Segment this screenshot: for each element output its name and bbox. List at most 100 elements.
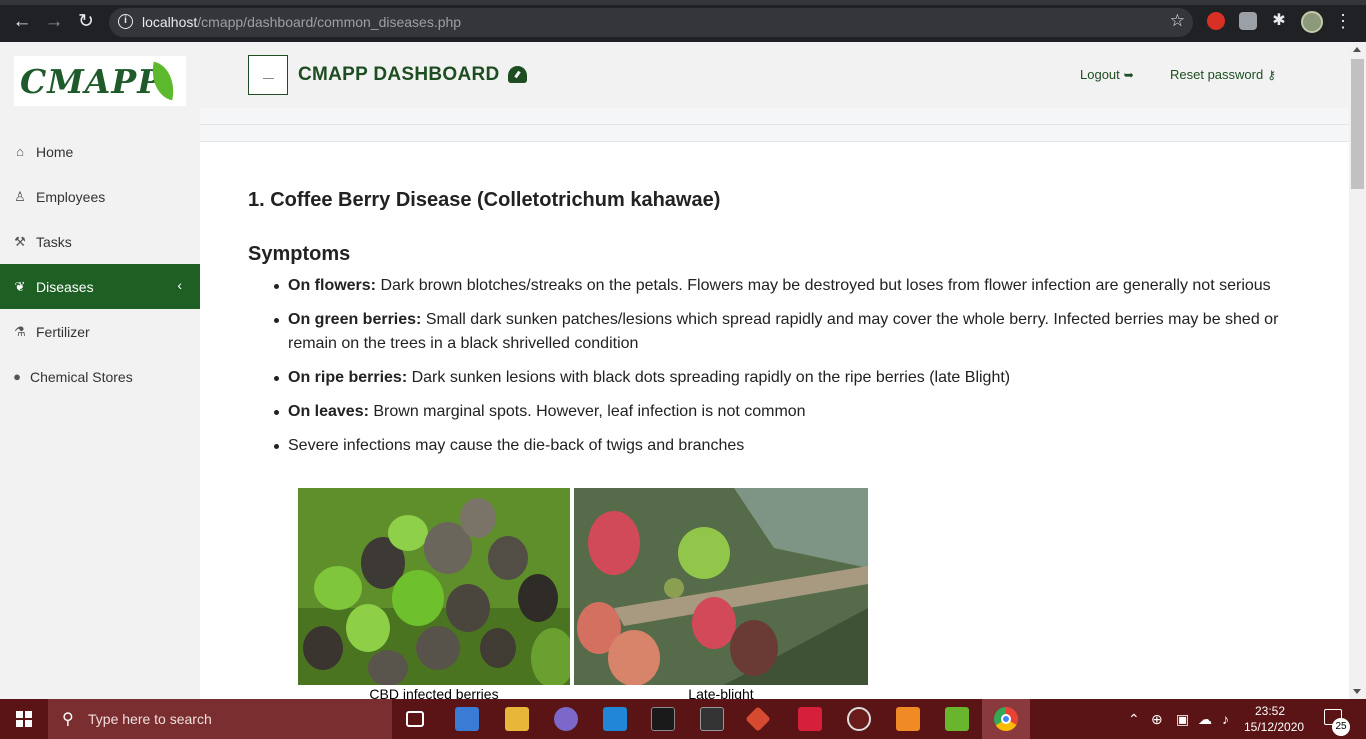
browser-toolbar: ← → ↻ i localhost/cmapp/dashboard/common… bbox=[0, 0, 1366, 42]
site-info-icon[interactable]: i bbox=[118, 14, 133, 29]
system-clock[interactable]: 23:52 15/12/2020 bbox=[1244, 703, 1305, 735]
news-app-icon[interactable] bbox=[455, 707, 479, 731]
taskbar-search-input[interactable]: ⚲ Type here to search bbox=[48, 699, 392, 739]
figure-cbd-berries: CBD infected berries bbox=[298, 488, 570, 702]
wrench-icon: ⚒ bbox=[14, 233, 26, 249]
sidebar-toggle-button[interactable] bbox=[248, 55, 288, 95]
dashboard-title: CMAPP DASHBOARD bbox=[298, 64, 500, 85]
address-url[interactable]: localhost/cmapp/dashboard/common_disease… bbox=[142, 14, 461, 30]
list-item: Severe infections may cause the die-back… bbox=[270, 434, 1310, 458]
user-icon: ♙ bbox=[14, 188, 26, 204]
web-app-icon[interactable] bbox=[847, 707, 871, 731]
sidebar-menu: ⌂ Home ♙ Employees ⚒ Tasks ❦ Diseases ‹ … bbox=[0, 129, 200, 399]
leaf-icon: ❦ bbox=[14, 278, 26, 294]
figure-late-blight: Late-blight bbox=[574, 488, 868, 702]
reset-password-label: Reset password bbox=[1170, 67, 1264, 82]
disease-title: 1. Coffee Berry Disease (Colletotrichum … bbox=[248, 189, 721, 211]
symptom-text: Dark brown blotches/streaks on the petal… bbox=[376, 277, 1271, 294]
windows-taskbar: ⚲ Type here to search ⌃ ⊕ ▣ ☁ ♪ 23:52 15… bbox=[0, 699, 1366, 739]
bookmark-star-icon[interactable]: ☆ bbox=[1170, 11, 1185, 31]
eclipse-app-icon[interactable] bbox=[554, 707, 578, 731]
logo-text: CMAPP bbox=[20, 62, 164, 101]
vscode-icon[interactable] bbox=[603, 707, 627, 731]
symptom-label: On leaves: bbox=[288, 403, 369, 420]
sublime-text-icon[interactable] bbox=[896, 707, 920, 731]
tab-strip bbox=[0, 0, 1366, 5]
sidebar: CMAPP ⌂ Home ♙ Employees ⚒ Tasks ❦ Disea… bbox=[0, 42, 200, 699]
symptom-label: On green berries: bbox=[288, 311, 422, 328]
symptom-list: On flowers: Dark brown blotches/streaks … bbox=[270, 274, 1310, 468]
symptoms-heading: Symptoms bbox=[248, 243, 351, 265]
map-marker-icon: ● bbox=[13, 369, 21, 384]
forward-icon[interactable]: → bbox=[44, 12, 64, 32]
sign-out-icon: ➥ bbox=[1123, 68, 1134, 82]
scroll-down-arrow-icon[interactable] bbox=[1353, 689, 1361, 694]
search-icon: ⚲ bbox=[62, 711, 74, 728]
top-header: CMAPP DASHBOARD Logout ➥ Reset password ⚷ bbox=[200, 42, 1349, 108]
notification-badge: 25 bbox=[1332, 718, 1350, 736]
sidebar-item-label: Diseases bbox=[36, 278, 94, 295]
sidebar-item-home[interactable]: ⌂ Home bbox=[0, 129, 200, 174]
volume-icon[interactable]: ♪ bbox=[1222, 711, 1229, 727]
back-icon[interactable]: ← bbox=[12, 12, 32, 32]
home-icon: ⌂ bbox=[16, 144, 24, 159]
profile-avatar[interactable] bbox=[1301, 11, 1323, 33]
logo[interactable]: CMAPP bbox=[14, 56, 186, 106]
address-bar[interactable]: i localhost/cmapp/dashboard/common_disea… bbox=[109, 8, 1193, 37]
symptom-label: On flowers: bbox=[288, 277, 377, 294]
symptom-text: Severe infections may cause the die-back… bbox=[288, 437, 745, 454]
sidebar-item-diseases[interactable]: ❦ Diseases ‹ bbox=[0, 264, 200, 309]
extensions-puzzle-icon[interactable]: ✱ bbox=[1270, 12, 1288, 30]
sidebar-item-employees[interactable]: ♙ Employees bbox=[0, 174, 200, 219]
clock-date: 15/12/2020 bbox=[1244, 720, 1305, 734]
flask-icon: ⚗ bbox=[14, 323, 26, 339]
url-path: /cmapp/dashboard/common_diseases.php bbox=[197, 14, 462, 30]
sidebar-item-label: Home bbox=[36, 143, 74, 160]
scroll-thumb[interactable] bbox=[1351, 59, 1364, 189]
list-item: On flowers: Dark brown blotches/streaks … bbox=[270, 274, 1310, 298]
git-app-icon[interactable] bbox=[745, 706, 771, 732]
sidebar-item-label: Chemical Stores bbox=[30, 368, 133, 385]
dashboard-gauge-icon bbox=[508, 66, 527, 83]
clock-time: 23:52 bbox=[1254, 704, 1286, 718]
sidebar-item-label: Tasks bbox=[36, 233, 72, 250]
page-scrollbar[interactable] bbox=[1349, 42, 1366, 699]
sidebar-item-chemical-stores[interactable]: ● Chemical Stores bbox=[0, 354, 200, 399]
late-blight-image bbox=[574, 488, 868, 685]
task-view-icon[interactable] bbox=[406, 711, 424, 727]
language-globe-icon[interactable]: ⊕ bbox=[1151, 711, 1163, 728]
sidebar-item-label: Employees bbox=[36, 188, 106, 205]
scroll-up-arrow-icon[interactable] bbox=[1353, 47, 1361, 52]
file-explorer-icon[interactable] bbox=[505, 707, 529, 731]
onedrive-cloud-icon[interactable]: ☁ bbox=[1198, 711, 1212, 728]
breadcrumb-bar bbox=[200, 108, 1349, 142]
browser-menu-icon[interactable]: ⋮ bbox=[1334, 11, 1352, 31]
download-extension-icon[interactable] bbox=[1239, 12, 1257, 30]
symptom-text: Brown marginal spots. However, leaf infe… bbox=[368, 403, 806, 420]
chrome-taskbar-icon[interactable] bbox=[982, 699, 1030, 739]
search-placeholder: Type here to search bbox=[88, 711, 212, 727]
adblock-extension-icon[interactable] bbox=[1207, 12, 1225, 30]
cbd-infected-berries-image bbox=[298, 488, 570, 685]
symptom-text: Dark sunken lesions with black dots spre… bbox=[407, 369, 1011, 386]
list-item: On leaves: Brown marginal spots. However… bbox=[270, 400, 1310, 424]
chevron-left-icon[interactable]: ‹ bbox=[177, 277, 182, 293]
sidebar-item-fertilizer[interactable]: ⚗ Fertilizer bbox=[0, 309, 200, 354]
bluestacks-icon[interactable] bbox=[945, 707, 969, 731]
arduino-app-icon[interactable] bbox=[798, 707, 822, 731]
symptom-text: Small dark sunken patches/lesions which … bbox=[288, 311, 1279, 352]
tray-chevron-up-icon[interactable]: ⌃ bbox=[1128, 711, 1140, 728]
windows-start-icon[interactable] bbox=[16, 711, 32, 727]
sidebar-item-tasks[interactable]: ⚒ Tasks bbox=[0, 219, 200, 264]
list-item: On ripe berries: Dark sunken lesions wit… bbox=[270, 366, 1310, 390]
console-app-icon[interactable] bbox=[700, 707, 724, 731]
logout-label: Logout bbox=[1080, 67, 1120, 82]
symptom-label: On ripe berries: bbox=[288, 369, 408, 386]
terminal-icon[interactable] bbox=[651, 707, 675, 731]
logout-link[interactable]: Logout ➥ bbox=[1080, 67, 1134, 82]
sidebar-item-label: Fertilizer bbox=[36, 323, 90, 340]
meet-now-icon[interactable]: ▣ bbox=[1176, 711, 1189, 728]
list-item: On green berries: Small dark sunken patc… bbox=[270, 308, 1310, 356]
reset-password-link[interactable]: Reset password ⚷ bbox=[1170, 67, 1276, 82]
reload-icon[interactable]: ↻ bbox=[76, 12, 96, 32]
